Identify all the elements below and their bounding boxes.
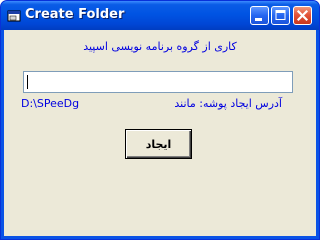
- maximize-icon: [275, 10, 286, 20]
- create-folder-button[interactable]: ایجاد: [125, 129, 192, 159]
- minimize-icon: [255, 18, 262, 21]
- example-path-label: D:\SPeeDg: [21, 97, 80, 110]
- minimize-button[interactable]: [250, 6, 269, 25]
- credit-label: کاری از گروه برنامه نویسی اسپید: [83, 40, 237, 53]
- text-caret: [27, 75, 28, 89]
- close-icon: [296, 9, 309, 22]
- create-folder-window: Create Folder کاری از گروه برنامه نویسی …: [0, 0, 320, 240]
- form-client-area: کاری از گروه برنامه نویسی اسپید آدرس ایج…: [4, 30, 316, 236]
- folder-window-icon: [7, 8, 21, 22]
- maximize-button[interactable]: [271, 6, 290, 25]
- title-bar[interactable]: Create Folder: [1, 1, 319, 30]
- address-hint-label: آدرس ایجاد پوشه: مانند: [174, 97, 282, 110]
- window-title: Create Folder: [25, 7, 125, 22]
- close-button[interactable]: [293, 6, 312, 25]
- folder-path-input[interactable]: [23, 71, 293, 93]
